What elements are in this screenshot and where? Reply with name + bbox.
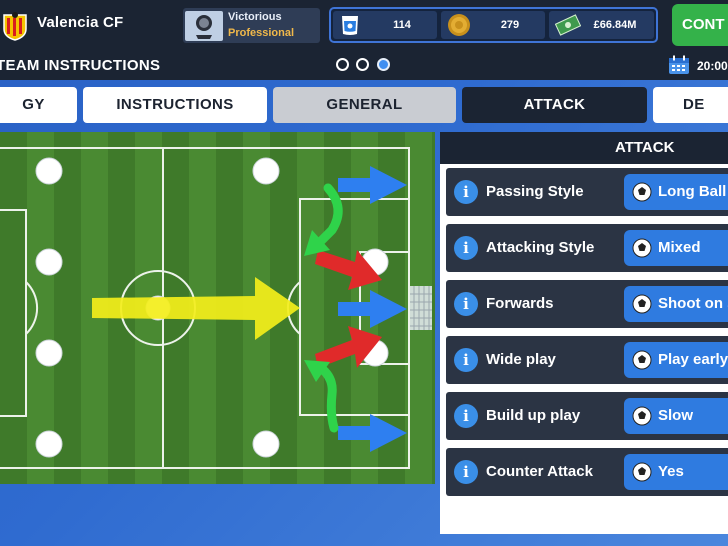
passing-style-option-button[interactable]: Long Ball (624, 174, 728, 210)
top-bar: Valencia CF Victorious Professional 114 (0, 0, 728, 52)
manager-avatar-icon (185, 11, 223, 41)
option-value: Slow (658, 407, 694, 424)
attack-panel: ATTACK i Passing Style Long Ball i Attac… (440, 132, 728, 534)
info-icon[interactable]: i (454, 236, 478, 260)
blue-run-arrow (338, 414, 407, 452)
info-icon[interactable]: i (454, 404, 478, 428)
football-icon (632, 294, 652, 314)
game-time: 20:00 (697, 59, 728, 73)
forwards-option-button[interactable]: Shoot on si (624, 286, 728, 322)
instruction-row-attacking-style: i Attacking Style Mixed (446, 224, 728, 272)
football-icon (632, 406, 652, 426)
info-icon[interactable]: i (454, 292, 478, 316)
fans-resource[interactable]: 114 (333, 11, 437, 39)
instruction-label: Wide play (486, 351, 556, 368)
green-run-arrow (313, 183, 343, 249)
player-marker[interactable] (35, 248, 63, 276)
instruction-row-build-up-play: i Build up play Slow (446, 392, 728, 440)
option-value: Yes (658, 463, 684, 480)
page-indicator-1[interactable] (336, 58, 349, 71)
status-level: Victorious (228, 11, 282, 23)
section-header: TEAM INSTRUCTIONS 20:00 (0, 52, 728, 80)
info-icon[interactable]: i (454, 460, 478, 484)
manager-status[interactable]: Victorious Professional (183, 8, 320, 43)
instruction-label: Passing Style (486, 183, 584, 200)
attacking-style-option-button[interactable]: Mixed (624, 230, 728, 266)
instruction-label: Forwards (486, 295, 554, 312)
pitch-drawing (0, 147, 432, 469)
instruction-row-passing-style: i Passing Style Long Ball (446, 168, 728, 216)
counter-attack-option-button[interactable]: Yes (624, 454, 728, 490)
page-title: TEAM INSTRUCTIONS (0, 57, 161, 74)
fans-icon (342, 16, 358, 35)
instruction-label: Counter Attack (486, 463, 593, 480)
cash-value: £66.84M (593, 19, 637, 31)
option-value: Mixed (658, 239, 701, 256)
option-value: Play early c (658, 351, 728, 368)
fans-value: 114 (393, 19, 411, 31)
cash-resource[interactable]: £66.84M (549, 11, 654, 39)
instruction-label: Build up play (486, 407, 581, 424)
instruction-row-forwards: i Forwards Shoot on si (446, 280, 728, 328)
player-marker[interactable] (252, 157, 280, 185)
tab-defence[interactable]: DE (653, 87, 728, 123)
status-rank: Professional (228, 27, 295, 39)
club-badge-icon (3, 12, 27, 41)
option-value: Long Ball (658, 183, 727, 200)
player-marker[interactable] (35, 157, 63, 185)
coins-value: 279 (500, 19, 520, 31)
page-indicator-3[interactable] (377, 58, 390, 71)
tab-strategy[interactable]: GY (0, 87, 77, 123)
panel-title: ATTACK (440, 132, 728, 164)
instruction-row-wide-play: i Wide play Play early c (446, 336, 728, 384)
football-icon (632, 462, 652, 482)
instruction-label: Attacking Style (486, 239, 595, 256)
continue-button[interactable]: CONT (672, 4, 728, 46)
option-value: Shoot on si (658, 295, 728, 312)
attack-direction-arrow (92, 277, 300, 340)
build-up-play-option-button[interactable]: Slow (624, 398, 728, 434)
football-icon (632, 238, 652, 258)
tab-attack[interactable]: ATTACK (462, 87, 647, 123)
player-marker[interactable] (252, 430, 280, 458)
resource-bar: 114 279 £66.84M (329, 7, 658, 43)
coins-icon (448, 14, 470, 36)
coins-resource[interactable]: 279 (441, 11, 545, 39)
player-marker[interactable] (35, 339, 63, 367)
football-icon (632, 182, 652, 202)
football-icon (632, 350, 652, 370)
tab-general[interactable]: GENERAL (273, 87, 456, 123)
player-marker[interactable] (35, 430, 63, 458)
tactics-pitch (0, 132, 435, 484)
club-name: Valencia CF (37, 14, 124, 31)
blue-run-arrow (338, 290, 407, 328)
info-icon[interactable]: i (454, 348, 478, 372)
page-indicator-2[interactable] (356, 58, 369, 71)
instruction-row-counter-attack: i Counter Attack Yes (446, 448, 728, 496)
info-icon[interactable]: i (454, 180, 478, 204)
wide-play-option-button[interactable]: Play early c (624, 342, 728, 378)
tab-instructions[interactable]: INSTRUCTIONS (83, 87, 267, 123)
calendar-icon[interactable] (668, 55, 690, 75)
